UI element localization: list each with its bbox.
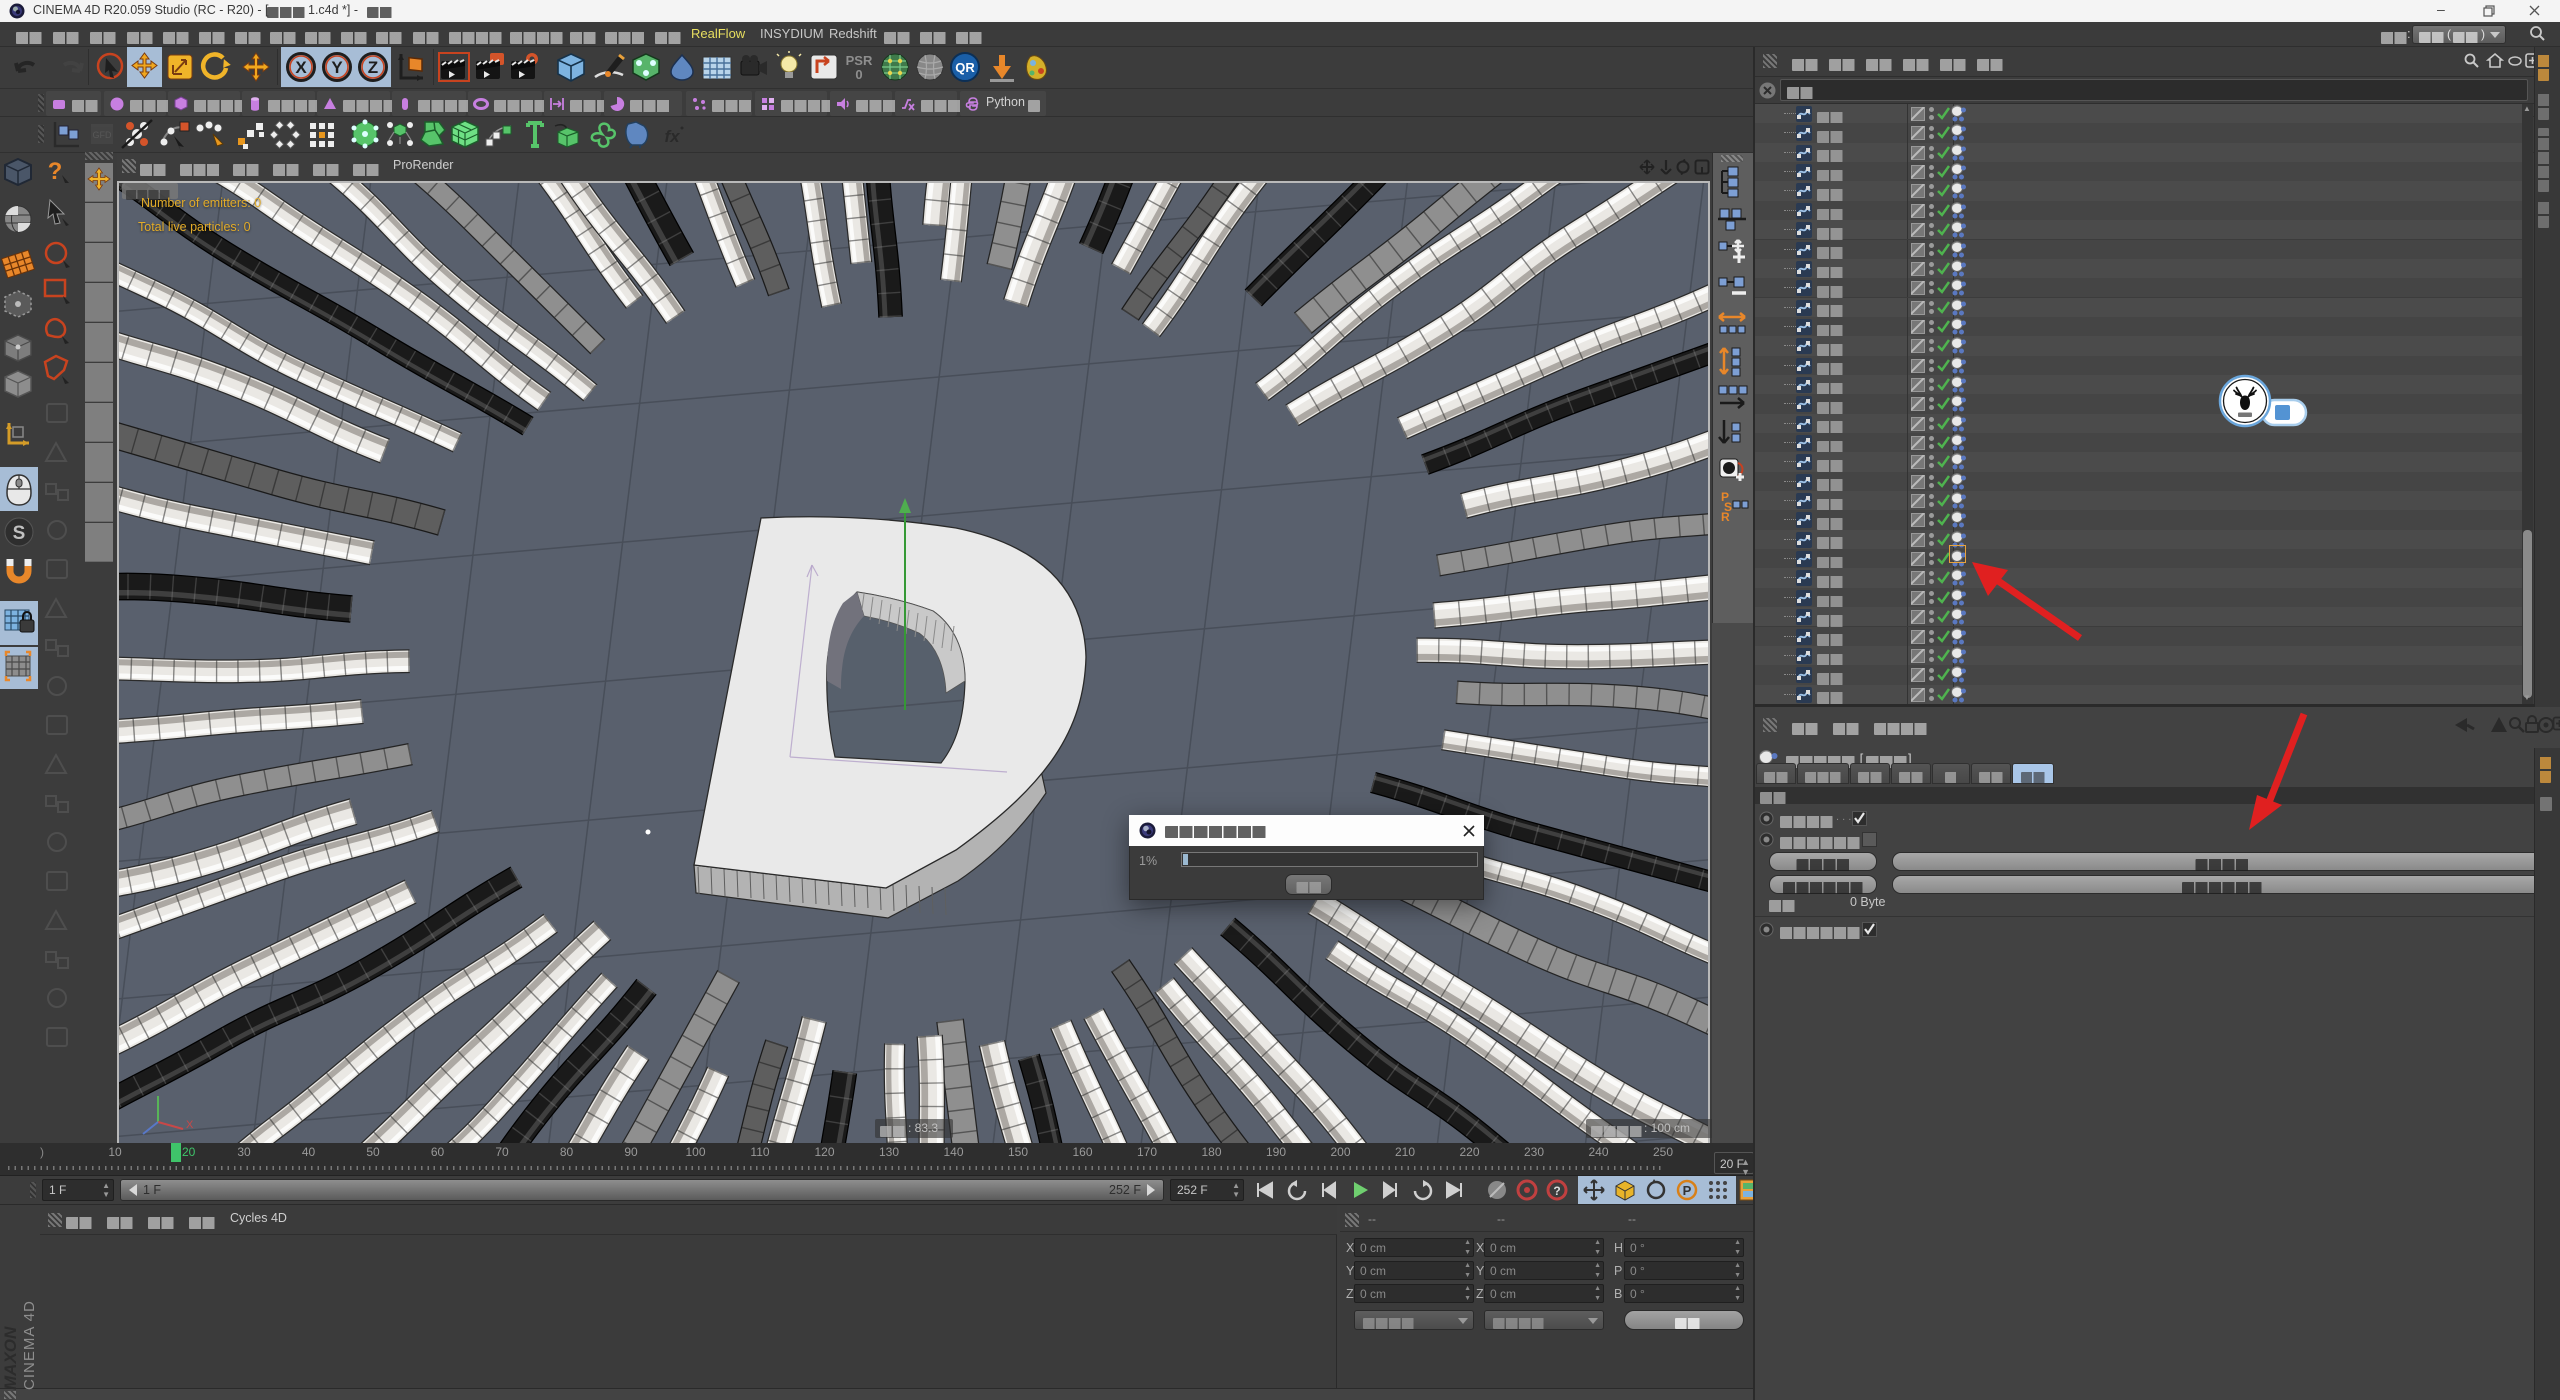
svg-text:X: X	[295, 58, 307, 77]
svg-text:?: ?	[1553, 1184, 1560, 1198]
svg-text:X: X	[186, 1119, 194, 1131]
svg-text:fx: fx	[664, 127, 681, 146]
svg-text:S: S	[13, 523, 26, 544]
svg-text:0: 0	[855, 67, 862, 82]
svg-text:QR: QR	[955, 60, 975, 75]
svg-text:Z: Z	[368, 58, 378, 77]
svg-text:?: ?	[48, 158, 63, 185]
svg-text:PSR: PSR	[846, 53, 873, 68]
svg-text:GFD: GFD	[93, 130, 112, 140]
svg-text:MAXON: MAXON	[1, 1326, 20, 1390]
svg-text:R: R	[1721, 510, 1730, 523]
svg-text:Y: Y	[331, 58, 343, 77]
svg-text:CINEMA 4D: CINEMA 4D	[21, 1300, 38, 1390]
svg-text:P: P	[1683, 1183, 1692, 1198]
